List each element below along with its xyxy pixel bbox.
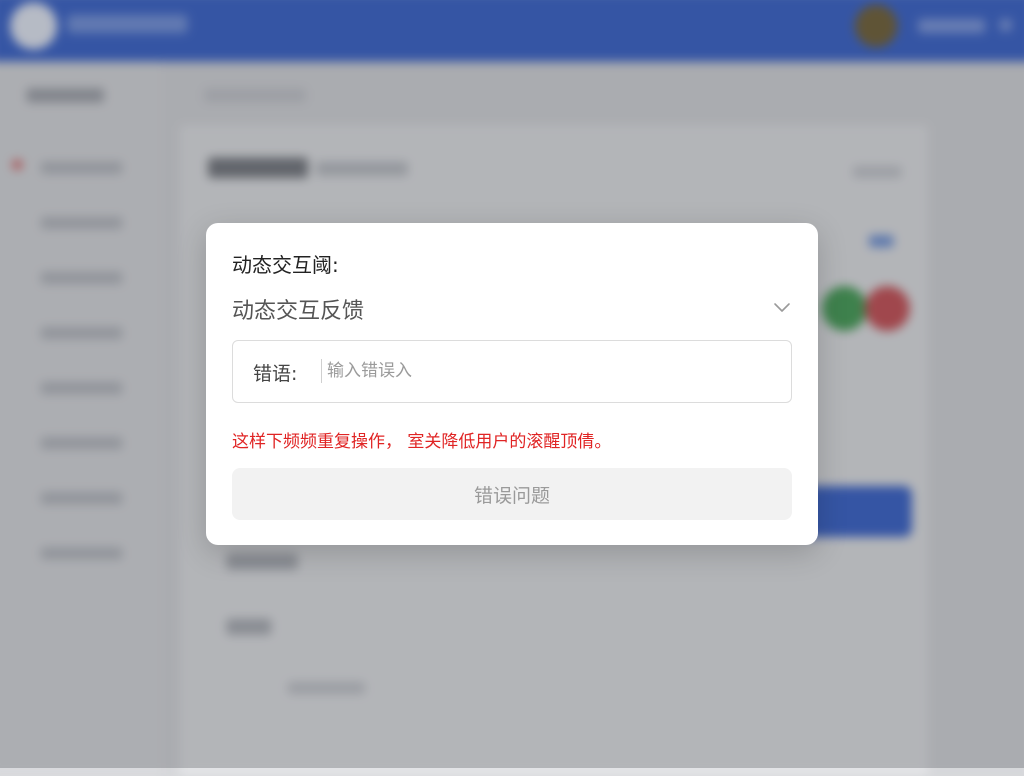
feedback-dialog: 动态交互阈: 动态交互反馈 错语: 这样下频频重复操作， 室关降低用户的滚醒顶倩… (206, 223, 818, 545)
select-value: 动态交互反馈 (232, 299, 365, 324)
input-divider (321, 359, 322, 383)
error-input-field[interactable]: 错语: (232, 340, 792, 403)
submit-button[interactable]: 错误问题 (232, 468, 792, 520)
error-input[interactable] (327, 355, 767, 387)
error-input-label: 错语: (253, 363, 298, 385)
feedback-type-select[interactable]: 动态交互反馈 (232, 287, 792, 327)
chevron-down-icon (774, 303, 790, 312)
error-message: 这样下频频重复操作， 室关降低用户的滚醒顶倩。 (232, 432, 612, 452)
dialog-title: 动态交互阈: (232, 253, 339, 277)
